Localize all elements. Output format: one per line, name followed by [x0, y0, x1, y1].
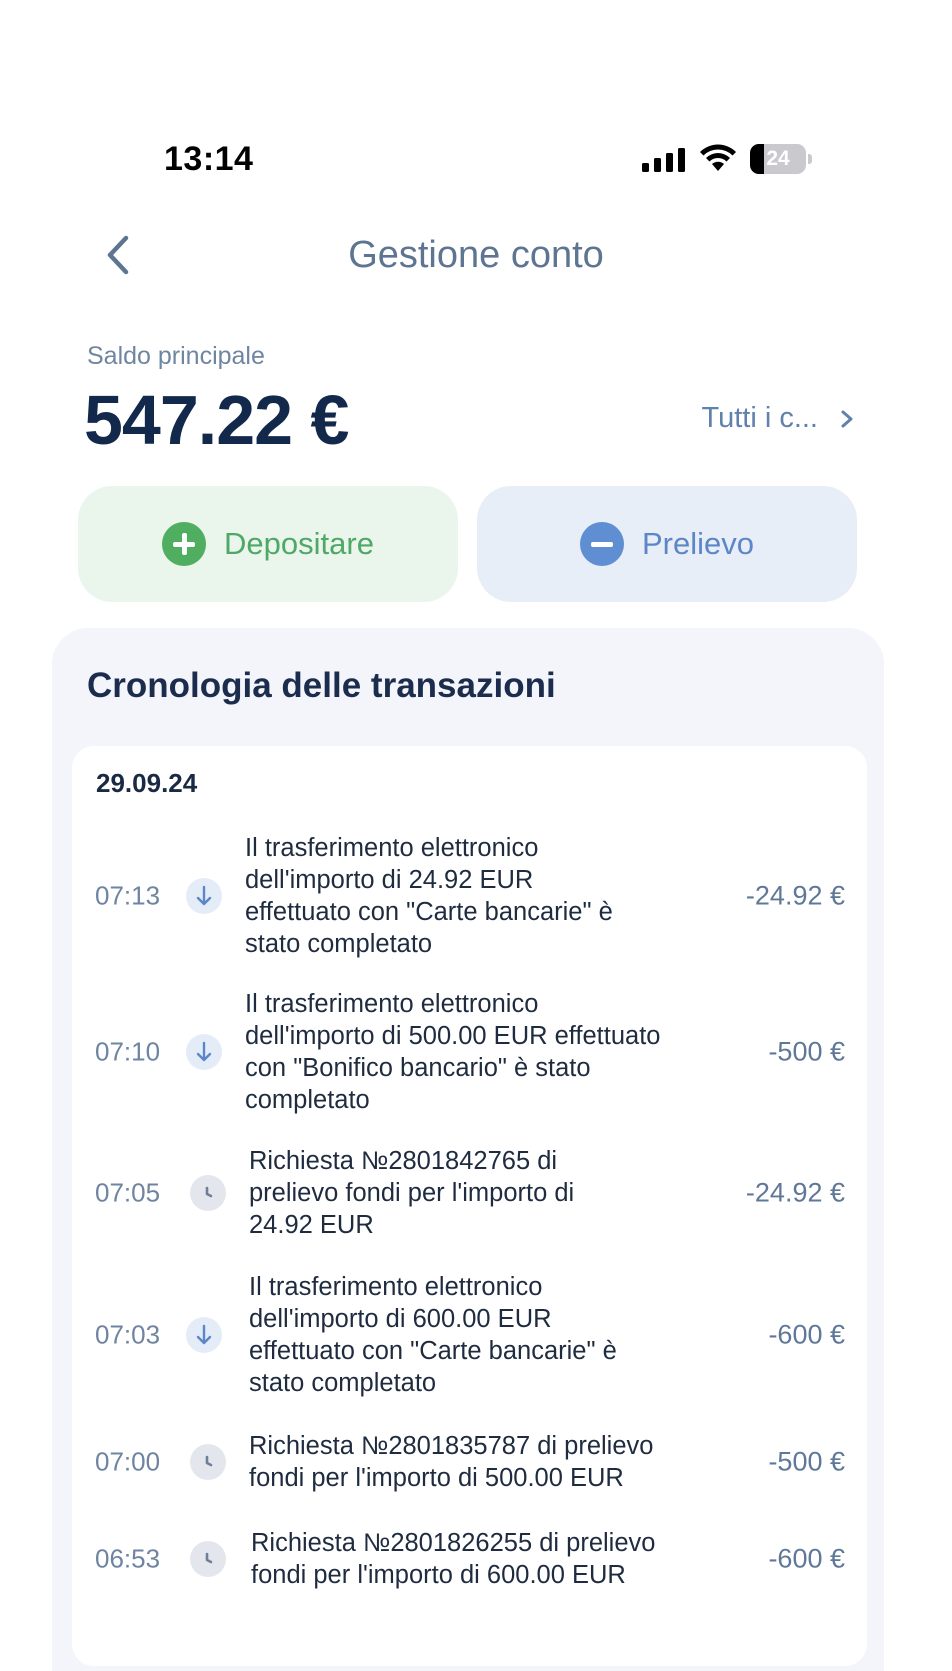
battery-icon: 24	[750, 144, 812, 174]
transaction-description-line: dell'importo di 500.00 EUR effettuato	[245, 1022, 661, 1050]
all-accounts-link[interactable]: Tutti i c...	[701, 402, 854, 435]
transaction-description-line: Il trasferimento elettronico	[245, 990, 539, 1018]
wifi-icon	[700, 144, 736, 171]
transaction-time: 07:13	[95, 880, 161, 911]
transaction-description: Il trasferimento elettronico dell'importo…	[245, 988, 705, 1116]
transaction-description: Il trasferimento elettronico dell'importo…	[245, 832, 705, 960]
transaction-amount: -500 €	[768, 1446, 845, 1477]
chevron-right-icon	[841, 410, 853, 427]
transaction-description-line: completato	[245, 1086, 370, 1114]
transaction-description-line: stato completato	[245, 930, 433, 958]
clock-icon	[190, 1541, 226, 1577]
header: Gestione conto	[0, 220, 952, 290]
transaction-description-line: effettuato con "Carte bancarie" è	[245, 898, 613, 926]
status-time: 13:14	[164, 140, 254, 178]
all-accounts-label: Tutti i c...	[701, 402, 818, 434]
transaction-amount: -24.92 €	[745, 880, 845, 911]
transaction-description-line: Il trasferimento elettronico	[249, 1273, 543, 1301]
history-title: Cronologia delle transazioni	[87, 666, 556, 705]
clock-icon	[190, 1175, 226, 1211]
transaction-amount: -24.92 €	[745, 1177, 845, 1208]
transaction-time: 07:05	[95, 1177, 161, 1208]
arrow-down-icon	[186, 1317, 222, 1353]
battery-level: 24	[766, 147, 790, 170]
minus-circle-icon	[580, 522, 624, 566]
status-bar: 13:14 24	[0, 130, 952, 190]
transaction-description-line: dell'importo di 600.00 EUR	[249, 1305, 552, 1333]
transaction-description: Richiesta №2801842765 di prelievo fondi p…	[249, 1145, 709, 1241]
transaction-history-panel: Cronologia delle transazioni 29.09.24 07…	[52, 628, 884, 1671]
transaction-description: Il trasferimento elettronico dell'importo…	[249, 1271, 709, 1399]
account-management-screen: 13:14 24 Gestione conto Saldo principale…	[0, 0, 952, 1671]
transaction-description-line: stato completato	[249, 1369, 437, 1397]
transaction-description-line: Richiesta №2801826255 di prelievo	[251, 1529, 656, 1557]
transaction-amount: -600 €	[768, 1319, 845, 1350]
transaction-description-line: Richiesta №2801835787 di prelievo	[249, 1432, 654, 1460]
transaction-description-line: effettuato con "Carte bancarie" è	[249, 1337, 617, 1365]
transaction-description-line: dell'importo di 24.92 EUR	[245, 866, 534, 894]
transaction-description: Richiesta №2801835787 di prelievo fondi p…	[249, 1430, 709, 1494]
transaction-description-line: 24.92 EUR	[249, 1211, 374, 1239]
signal-icon	[642, 148, 685, 172]
date-header: 29.09.24	[96, 768, 198, 798]
balance-label: Saldo principale	[87, 342, 265, 370]
transaction-description-line: fondi per l'importo di 500.00 EUR	[249, 1464, 624, 1492]
balance-value: 547.22 €	[84, 381, 349, 459]
transaction-time: 07:03	[95, 1319, 161, 1350]
transaction-description-line: prelievo fondi per l'importo di	[249, 1179, 575, 1207]
transaction-list[interactable]: 29.09.24 07:13 Il trasferimento elettroni…	[72, 746, 867, 1666]
deposit-button[interactable]: Depositare	[78, 486, 458, 602]
transaction-time: 06:53	[95, 1543, 161, 1574]
deposit-label: Depositare	[224, 526, 374, 561]
transaction-description-line: Richiesta №2801842765 di	[249, 1147, 558, 1175]
clock-icon	[190, 1444, 226, 1480]
page-title: Gestione conto	[348, 234, 604, 276]
arrow-down-icon	[186, 878, 222, 914]
plus-circle-icon	[162, 522, 207, 566]
withdraw-button[interactable]: Prelievo	[477, 486, 857, 602]
arrow-down-icon	[186, 1034, 222, 1070]
withdraw-label: Prelievo	[642, 526, 754, 561]
transaction-amount: -600 €	[768, 1543, 845, 1574]
transaction-description: Richiesta №2801826255 di prelievo fondi p…	[251, 1527, 711, 1591]
transaction-description-line: Il trasferimento elettronico	[245, 834, 539, 862]
transaction-description-line: fondi per l'importo di 600.00 EUR	[251, 1561, 626, 1589]
transaction-amount: -500 €	[768, 1036, 845, 1067]
transaction-description-line: con "Bonifico bancario" è stato	[245, 1054, 591, 1082]
transaction-time: 07:10	[95, 1036, 161, 1067]
transaction-time: 07:00	[95, 1446, 161, 1477]
